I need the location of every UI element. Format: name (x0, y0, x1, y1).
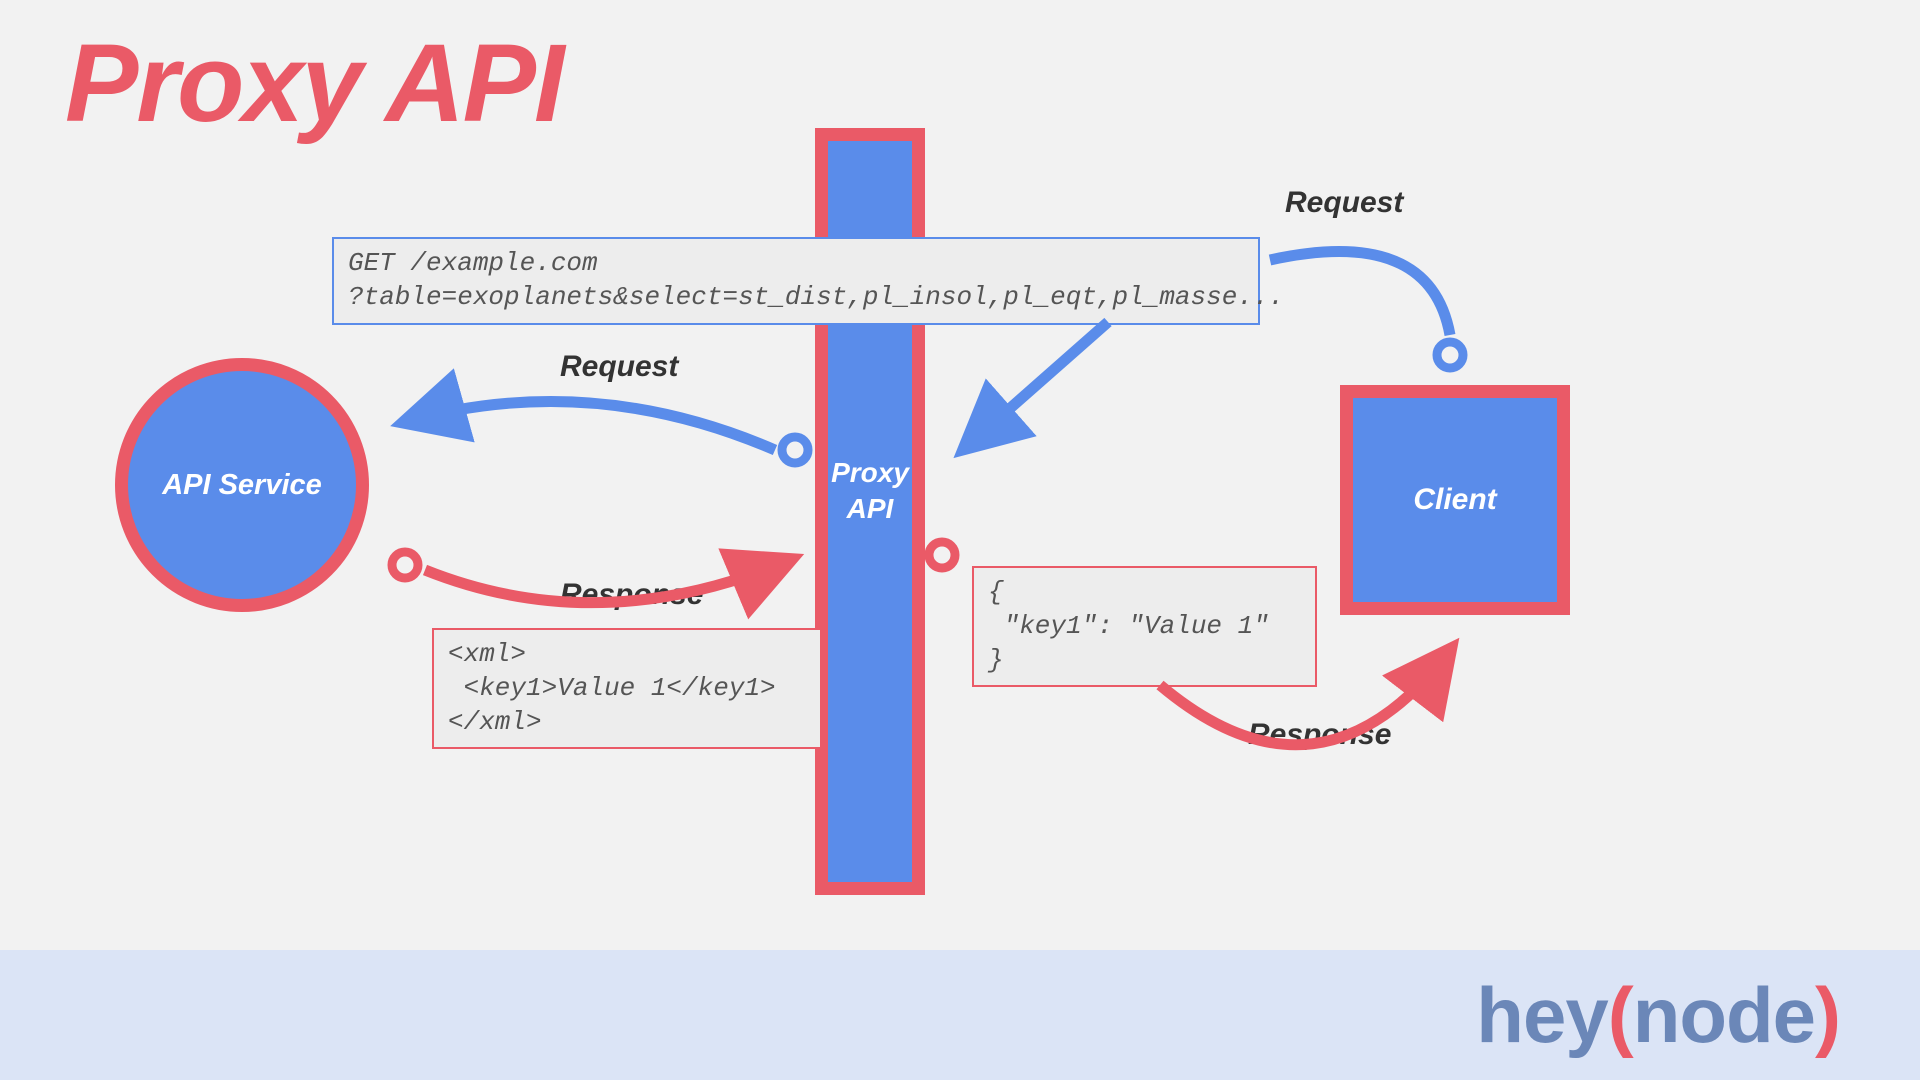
brand-logo: hey(node) (1476, 970, 1840, 1061)
response-label-right: Response (1248, 718, 1391, 752)
request-label-right: Request (1285, 186, 1403, 220)
client-node: Client (1340, 385, 1570, 615)
api-service-node: API Service (115, 358, 369, 612)
brand-node: node (1633, 971, 1815, 1059)
brand-hey: hey (1476, 971, 1607, 1059)
api-service-label: API Service (162, 469, 322, 502)
brand-open-paren: ( (1608, 971, 1633, 1059)
response-label-left: Response (560, 578, 703, 612)
footer-bar: hey(node) (0, 950, 1920, 1080)
client-label: Client (1413, 483, 1496, 517)
json-response-code: { "key1": "Value 1" } (972, 566, 1317, 687)
get-request-code: GET /example.com ?table=exoplanets&selec… (332, 237, 1260, 325)
proxy-api-label: Proxy API (815, 455, 925, 528)
diagram-title: Proxy API (65, 20, 563, 147)
xml-response-code: <xml> <key1>Value 1</key1> </xml> (432, 628, 822, 749)
request-label-left: Request (560, 350, 678, 384)
brand-close-paren: ) (1815, 971, 1840, 1059)
